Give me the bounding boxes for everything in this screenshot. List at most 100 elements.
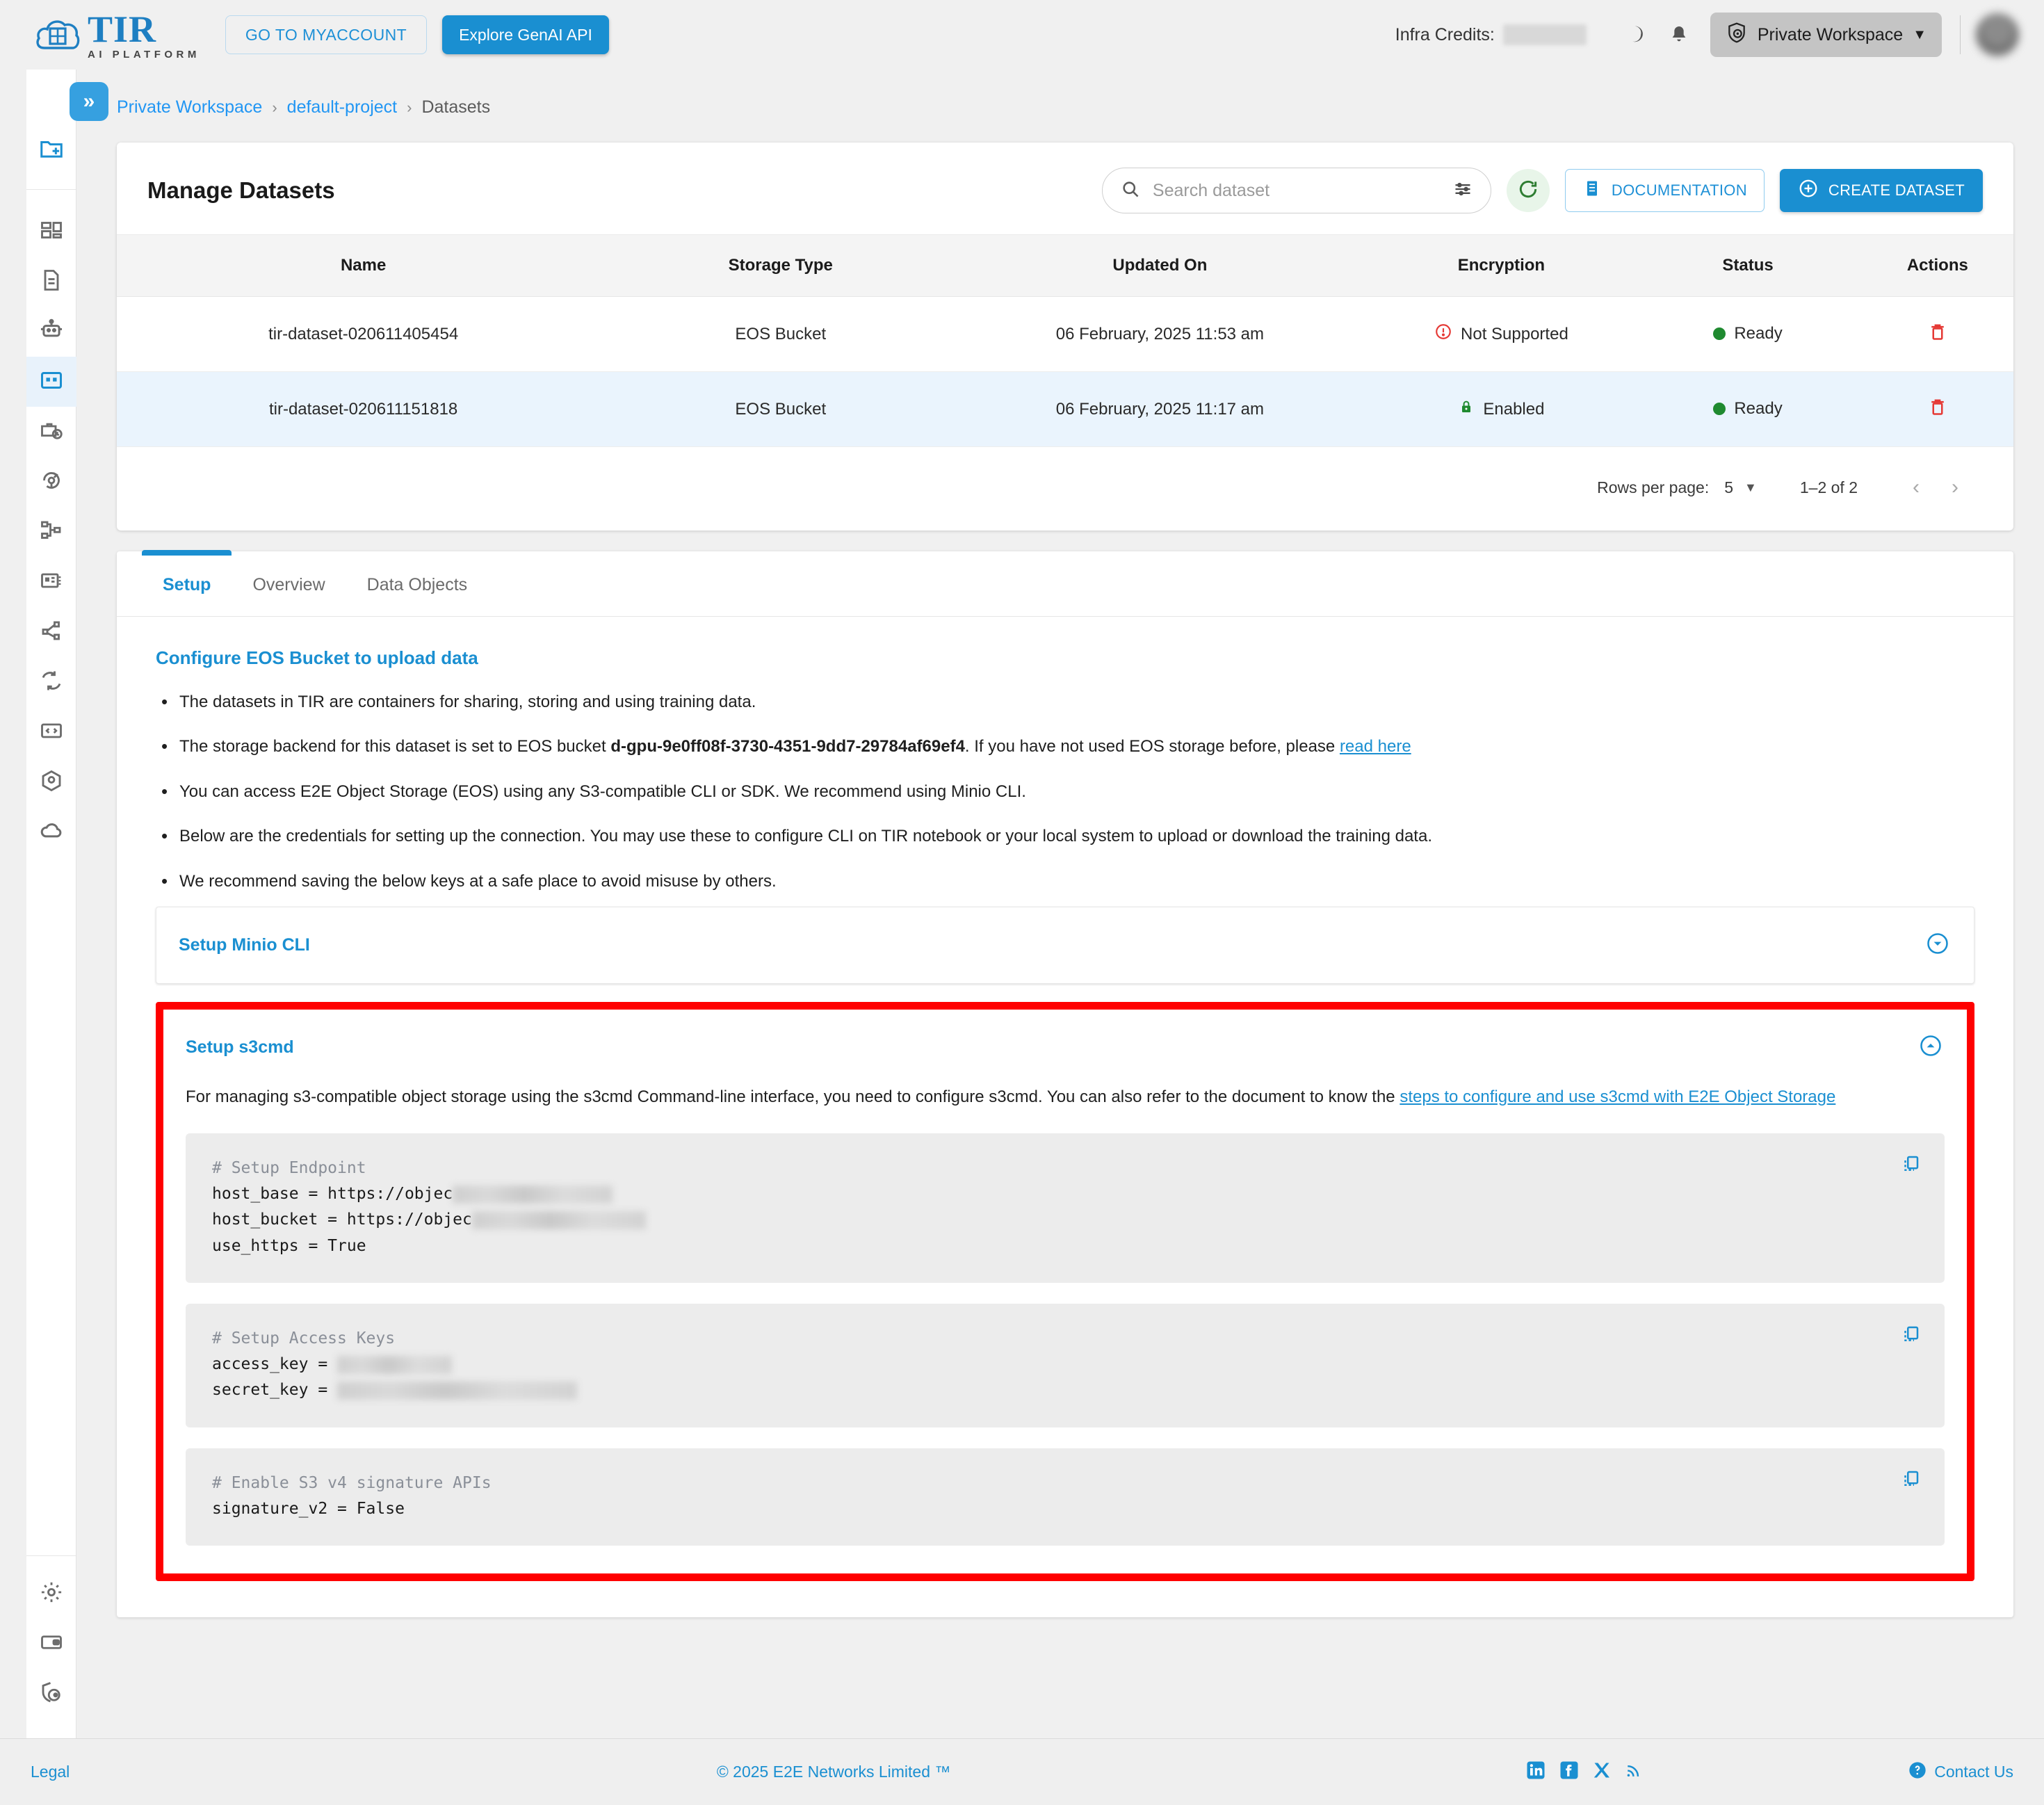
avatar[interactable] [1976, 13, 2019, 56]
tab-setup[interactable]: Setup [142, 550, 232, 616]
rows-per-page-select[interactable]: 5 ▼ [1724, 478, 1757, 497]
code-line-use-https: use_https = True [212, 1236, 366, 1255]
shield-user-icon [1726, 21, 1748, 49]
facebook-icon[interactable] [1559, 1760, 1580, 1785]
column-header-storage-type[interactable]: Storage Type [610, 234, 952, 297]
pagination-range: 1–2 of 2 [1799, 478, 1858, 496]
copy-icon[interactable] [1900, 1468, 1921, 1498]
container-box-icon [39, 768, 64, 797]
encryption-label: Not Supported [1461, 324, 1568, 343]
sidebar-item-datasets[interactable] [26, 357, 76, 407]
accordion-minio-header[interactable]: Setup Minio CLI [156, 907, 1974, 983]
moon-icon[interactable] [1614, 13, 1657, 56]
tab-overview[interactable]: Overview [232, 551, 346, 616]
infra-credits: Infra Credits: [1395, 24, 1587, 45]
cell-encryption: Enabled [1368, 371, 1635, 447]
model-tree-icon [39, 518, 64, 547]
sidebar-item-inference[interactable] [26, 557, 76, 607]
gear-icon [39, 1580, 64, 1608]
refresh-icon [1517, 178, 1539, 204]
documentation-button[interactable]: DOCUMENTATION [1564, 169, 1765, 212]
footer-contact[interactable]: Contact Us [1908, 1761, 2013, 1784]
linkedin-icon[interactable] [1525, 1760, 1546, 1785]
redacted-value [453, 1185, 613, 1204]
page-header: Manage Datasets Search dataset DOCUMENTA… [117, 143, 2013, 234]
copy-icon[interactable] [1900, 1323, 1921, 1354]
legal-link[interactable]: Legal [31, 1763, 70, 1781]
sidebar-item-settings[interactable] [26, 1569, 76, 1619]
accordion-s3cmd-header[interactable]: Setup s3cmd [163, 1010, 1967, 1085]
cell-name[interactable]: tir-dataset-020611405454 [117, 296, 610, 372]
sidebar-item-containers[interactable] [26, 757, 76, 807]
delete-trash-icon[interactable] [1927, 324, 1948, 347]
infra-credits-label: Infra Credits: [1395, 24, 1495, 44]
copy-icon[interactable] [1900, 1153, 1921, 1183]
chevron-up-circle-icon[interactable] [1918, 1033, 1943, 1062]
inference-card-icon [39, 568, 64, 597]
lock-icon [1458, 397, 1475, 421]
sidebar-item-documents[interactable] [26, 257, 76, 307]
code-block-signature: # Enable S3 v4 signature APIs signature_… [186, 1448, 1945, 1546]
search-input[interactable] [1152, 180, 1441, 201]
cell-encryption: Not Supported [1368, 296, 1635, 372]
chevron-down-circle-icon[interactable] [1925, 931, 1950, 960]
go-to-myaccount-button[interactable]: GO TO MYACCOUNT [225, 15, 428, 54]
document-icon [39, 268, 64, 296]
column-header-encryption[interactable]: Encryption [1368, 234, 1635, 297]
sidebar-item-share[interactable] [26, 607, 76, 657]
chevron-left-icon[interactable]: ‹ [1897, 468, 1936, 507]
contact-us-link[interactable]: Contact Us [1934, 1763, 2013, 1781]
sidebar-item-sync[interactable] [26, 657, 76, 707]
list-item: We recommend saving the below keys at a … [156, 869, 1974, 894]
share-nodes-icon [39, 618, 64, 647]
book-icon [1582, 179, 1602, 202]
dashboard-icon [39, 218, 64, 246]
read-here-link[interactable]: read here [1340, 737, 1411, 756]
sidebar-item-pipelines[interactable] [26, 457, 76, 507]
bell-icon[interactable] [1657, 13, 1701, 56]
tab-data-objects[interactable]: Data Objects [346, 551, 489, 616]
cell-status: Ready [1634, 371, 1862, 447]
breadcrumb-item-workspace[interactable]: Private Workspace [117, 97, 262, 118]
accordion-minio-title: Setup Minio CLI [179, 934, 310, 955]
search-box[interactable] [1101, 168, 1491, 213]
refresh-button[interactable] [1506, 169, 1550, 212]
sidebar-item-bot[interactable] [26, 307, 76, 357]
x-twitter-icon[interactable] [1592, 1760, 1612, 1785]
breadcrumb-item-project[interactable]: default-project [287, 97, 397, 118]
cell-storage-type: EOS Bucket [610, 371, 952, 447]
code-line-host-base: host_base = https://objec [212, 1185, 453, 1203]
rss-icon[interactable] [1624, 1760, 1644, 1785]
sidebar-item-models[interactable] [26, 507, 76, 557]
workspace-switcher[interactable]: Private Workspace ▼ [1710, 13, 1942, 57]
breadcrumb-separator: › [407, 98, 412, 116]
table-row[interactable]: tir-dataset-020611405454 EOS Bucket 06 F… [117, 296, 2013, 372]
s3cmd-doc-link[interactable]: steps to configure and use s3cmd with E2… [1400, 1087, 1835, 1106]
cloud-icon [38, 818, 65, 848]
create-dataset-button[interactable]: CREATE DATASET [1779, 169, 1983, 212]
chevron-down-icon: ▼ [1913, 26, 1927, 42]
column-header-name[interactable]: Name [117, 234, 610, 297]
sidebar-item-account[interactable] [26, 1669, 76, 1719]
list-item: You can access E2E Object Storage (EOS) … [156, 779, 1974, 804]
brand-logo[interactable]: TIR AI PLATFORM [35, 10, 200, 60]
sidebar-item-new-folder[interactable] [26, 125, 76, 175]
filter-sliders-icon[interactable] [1453, 179, 1473, 202]
chevron-right-icon[interactable]: › [1936, 468, 1974, 507]
sidebar-item-jobs[interactable] [26, 407, 76, 457]
explore-genai-api-button[interactable]: Explore GenAI API [442, 15, 609, 54]
s3cmd-description: For managing s3-compatible object storag… [186, 1085, 1945, 1110]
header-tools: DOCUMENTATION CREATE DATASET [1101, 168, 1983, 213]
sidebar-item-code[interactable] [26, 707, 76, 757]
column-header-updated-on[interactable]: Updated On [951, 234, 1369, 297]
datasets-table: Name Storage Type Updated On Encryption … [117, 234, 2013, 447]
sidebar-item-cloud[interactable] [26, 807, 76, 857]
delete-trash-icon[interactable] [1927, 399, 1948, 422]
table-row[interactable]: tir-dataset-020611151818 EOS Bucket 06 F… [117, 371, 2013, 447]
cell-name[interactable]: tir-dataset-020611151818 [117, 371, 610, 447]
sidebar-item-dashboard[interactable] [26, 207, 76, 257]
column-header-status[interactable]: Status [1634, 234, 1862, 297]
cell-actions [1861, 296, 2013, 372]
sidebar-item-billing[interactable] [26, 1619, 76, 1669]
sidebar-collapse-button[interactable]: » [70, 82, 108, 121]
